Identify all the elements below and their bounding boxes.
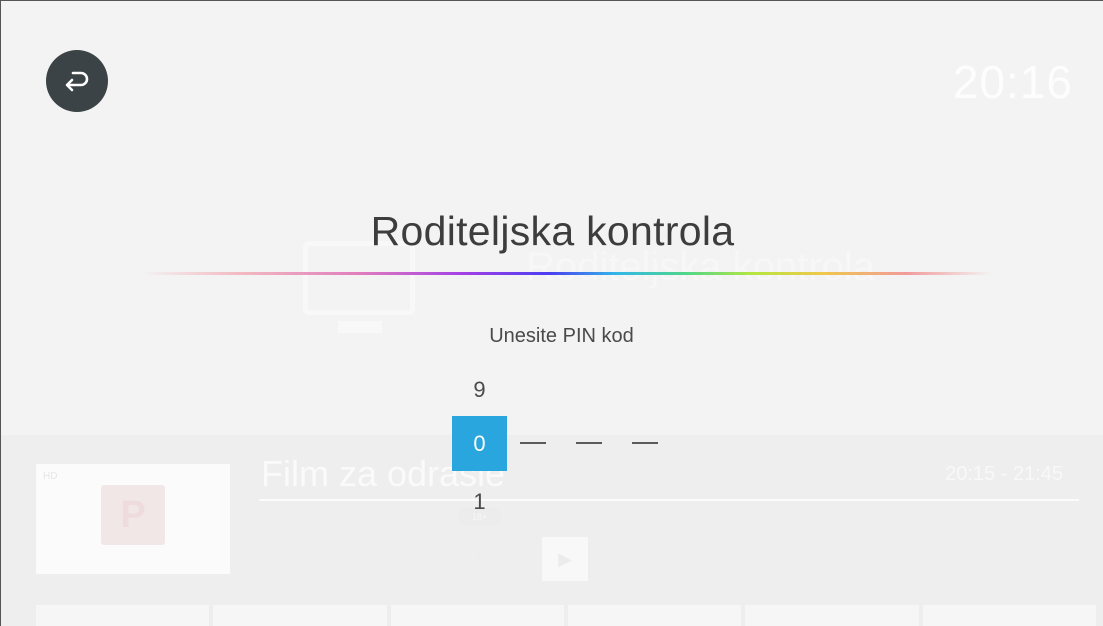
pin-slot-2[interactable] — [520, 442, 546, 444]
background-hd-badge: HD — [43, 471, 58, 482]
background-tab — [36, 605, 210, 626]
background-play-icon: ▶ — [542, 537, 588, 581]
pin-prompt-label: Unesite PIN kod — [489, 325, 634, 347]
pin-slot-3[interactable] — [576, 442, 602, 444]
background-rewind-icon: ↺ — [468, 547, 484, 567]
background-forward-icon: ↻ — [638, 547, 654, 567]
tv-screen: 20:16 Roditeljska kontrola P HD Film za … — [0, 0, 1103, 626]
background-divider — [259, 499, 1079, 501]
pin-digit-next[interactable]: 1 — [452, 489, 507, 515]
background-channel-logo: P — [101, 485, 165, 545]
background-tab — [922, 605, 1096, 626]
background-tab — [390, 605, 564, 626]
background-tab — [213, 605, 387, 626]
pin-digit-previous[interactable]: 9 — [452, 377, 507, 403]
back-button[interactable] — [46, 50, 108, 112]
back-arrow-icon — [65, 71, 89, 92]
background-clock: 20:16 — [952, 56, 1073, 108]
background-movie-time: 20:15 - 21:45 — [945, 463, 1063, 485]
background-tab — [745, 605, 919, 626]
background-tab-strip — [36, 605, 1096, 626]
pin-digit-selected[interactable]: 0 — [452, 416, 507, 471]
pin-slot-4[interactable] — [632, 442, 658, 444]
page-title: Roditeljska kontrola — [370, 208, 735, 254]
rainbow-divider — [141, 272, 991, 275]
background-tab — [567, 605, 742, 626]
